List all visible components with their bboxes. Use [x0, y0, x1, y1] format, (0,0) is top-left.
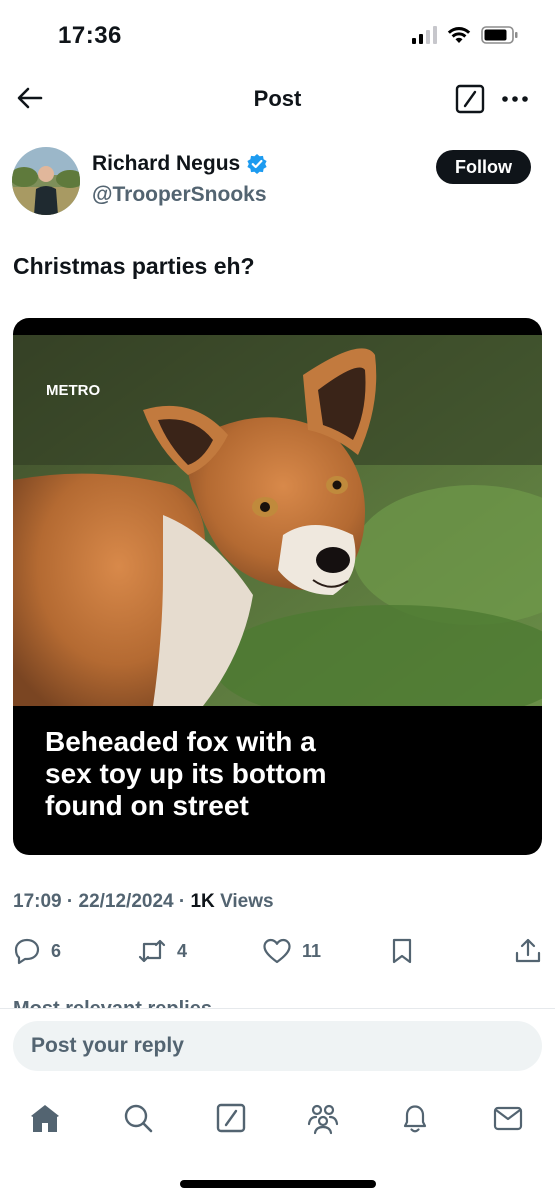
- more-options-button[interactable]: [498, 86, 532, 112]
- reply-input[interactable]: Post your reply: [13, 1021, 542, 1071]
- author-name[interactable]: Richard Negus: [92, 152, 240, 176]
- media-caption-line: sex toy up its bottom: [45, 758, 327, 789]
- heart-icon: [263, 938, 291, 964]
- post-actions: 6 4 11: [0, 933, 555, 973]
- repost-icon: [138, 939, 166, 963]
- reply-icon: [14, 938, 40, 965]
- post-text: Christmas parties eh?: [13, 253, 255, 279]
- follow-button[interactable]: Follow: [436, 150, 531, 184]
- reply-button[interactable]: 6: [13, 937, 61, 965]
- wifi-icon: [447, 27, 471, 43]
- post-media[interactable]: METRO Beheaded fox with a sex toy up its…: [13, 318, 542, 855]
- author-name-row[interactable]: Richard Negus: [92, 152, 268, 176]
- like-button[interactable]: 11: [262, 937, 321, 965]
- status-icons: [412, 26, 519, 44]
- status-time: 17:36: [58, 22, 122, 49]
- search-icon: [124, 1104, 153, 1133]
- avatar-photo: [12, 147, 80, 215]
- post-header: Post: [0, 74, 555, 124]
- divider: [0, 1008, 555, 1009]
- media-caption: Beheaded fox with a sex toy up its botto…: [45, 726, 405, 822]
- like-count: 11: [302, 940, 322, 961]
- grok-button[interactable]: [455, 84, 485, 114]
- author-handle[interactable]: @TrooperSnooks: [92, 183, 267, 207]
- battery-icon: [481, 26, 518, 44]
- post-meta: 17:09 · 22/12/2024 · 1K Views: [13, 891, 274, 913]
- bottom-tab-bar: [0, 1095, 555, 1145]
- cellular-signal-icon: [412, 26, 437, 44]
- home-icon: [31, 1105, 59, 1132]
- notifications-icon: [403, 1105, 427, 1133]
- meta-separator: ·: [66, 891, 74, 912]
- more-options-icon: [502, 96, 528, 102]
- share-icon: [515, 938, 541, 963]
- communities-icon: [307, 1104, 339, 1135]
- tab-messages[interactable]: [490, 1100, 526, 1136]
- reply-count: 6: [51, 940, 62, 961]
- repost-button[interactable]: 4: [137, 937, 187, 965]
- media-caption-line: found on street: [45, 790, 249, 821]
- tab-search[interactable]: [120, 1100, 156, 1136]
- bookmark-button[interactable]: [389, 937, 415, 965]
- reply-placeholder: Post your reply: [31, 1034, 184, 1057]
- verified-badge-icon[interactable]: [246, 153, 268, 175]
- messages-icon: [493, 1106, 523, 1131]
- metro-watermark: METRO: [46, 382, 100, 399]
- post-time: 17:09: [13, 891, 62, 912]
- bookmark-icon: [392, 938, 412, 964]
- media-caption-line: Beheaded fox with a: [45, 726, 316, 757]
- tab-home[interactable]: [27, 1100, 63, 1136]
- views-count[interactable]: 1K: [190, 891, 214, 912]
- home-indicator[interactable]: [180, 1180, 376, 1188]
- meta-separator: ·: [178, 891, 186, 912]
- tab-grok[interactable]: [213, 1100, 249, 1136]
- fox-photo: METRO: [13, 335, 542, 706]
- repost-count: 4: [177, 940, 188, 961]
- post-date: 22/12/2024: [78, 891, 174, 912]
- tab-communities[interactable]: [305, 1100, 341, 1136]
- tab-notifications[interactable]: [397, 1100, 433, 1136]
- views-label[interactable]: Views: [220, 891, 274, 912]
- avatar[interactable]: [12, 147, 80, 215]
- status-bar: 17:36: [0, 0, 555, 70]
- grok-icon: [455, 84, 485, 114]
- share-button[interactable]: [514, 937, 542, 965]
- grok-icon: [216, 1103, 246, 1133]
